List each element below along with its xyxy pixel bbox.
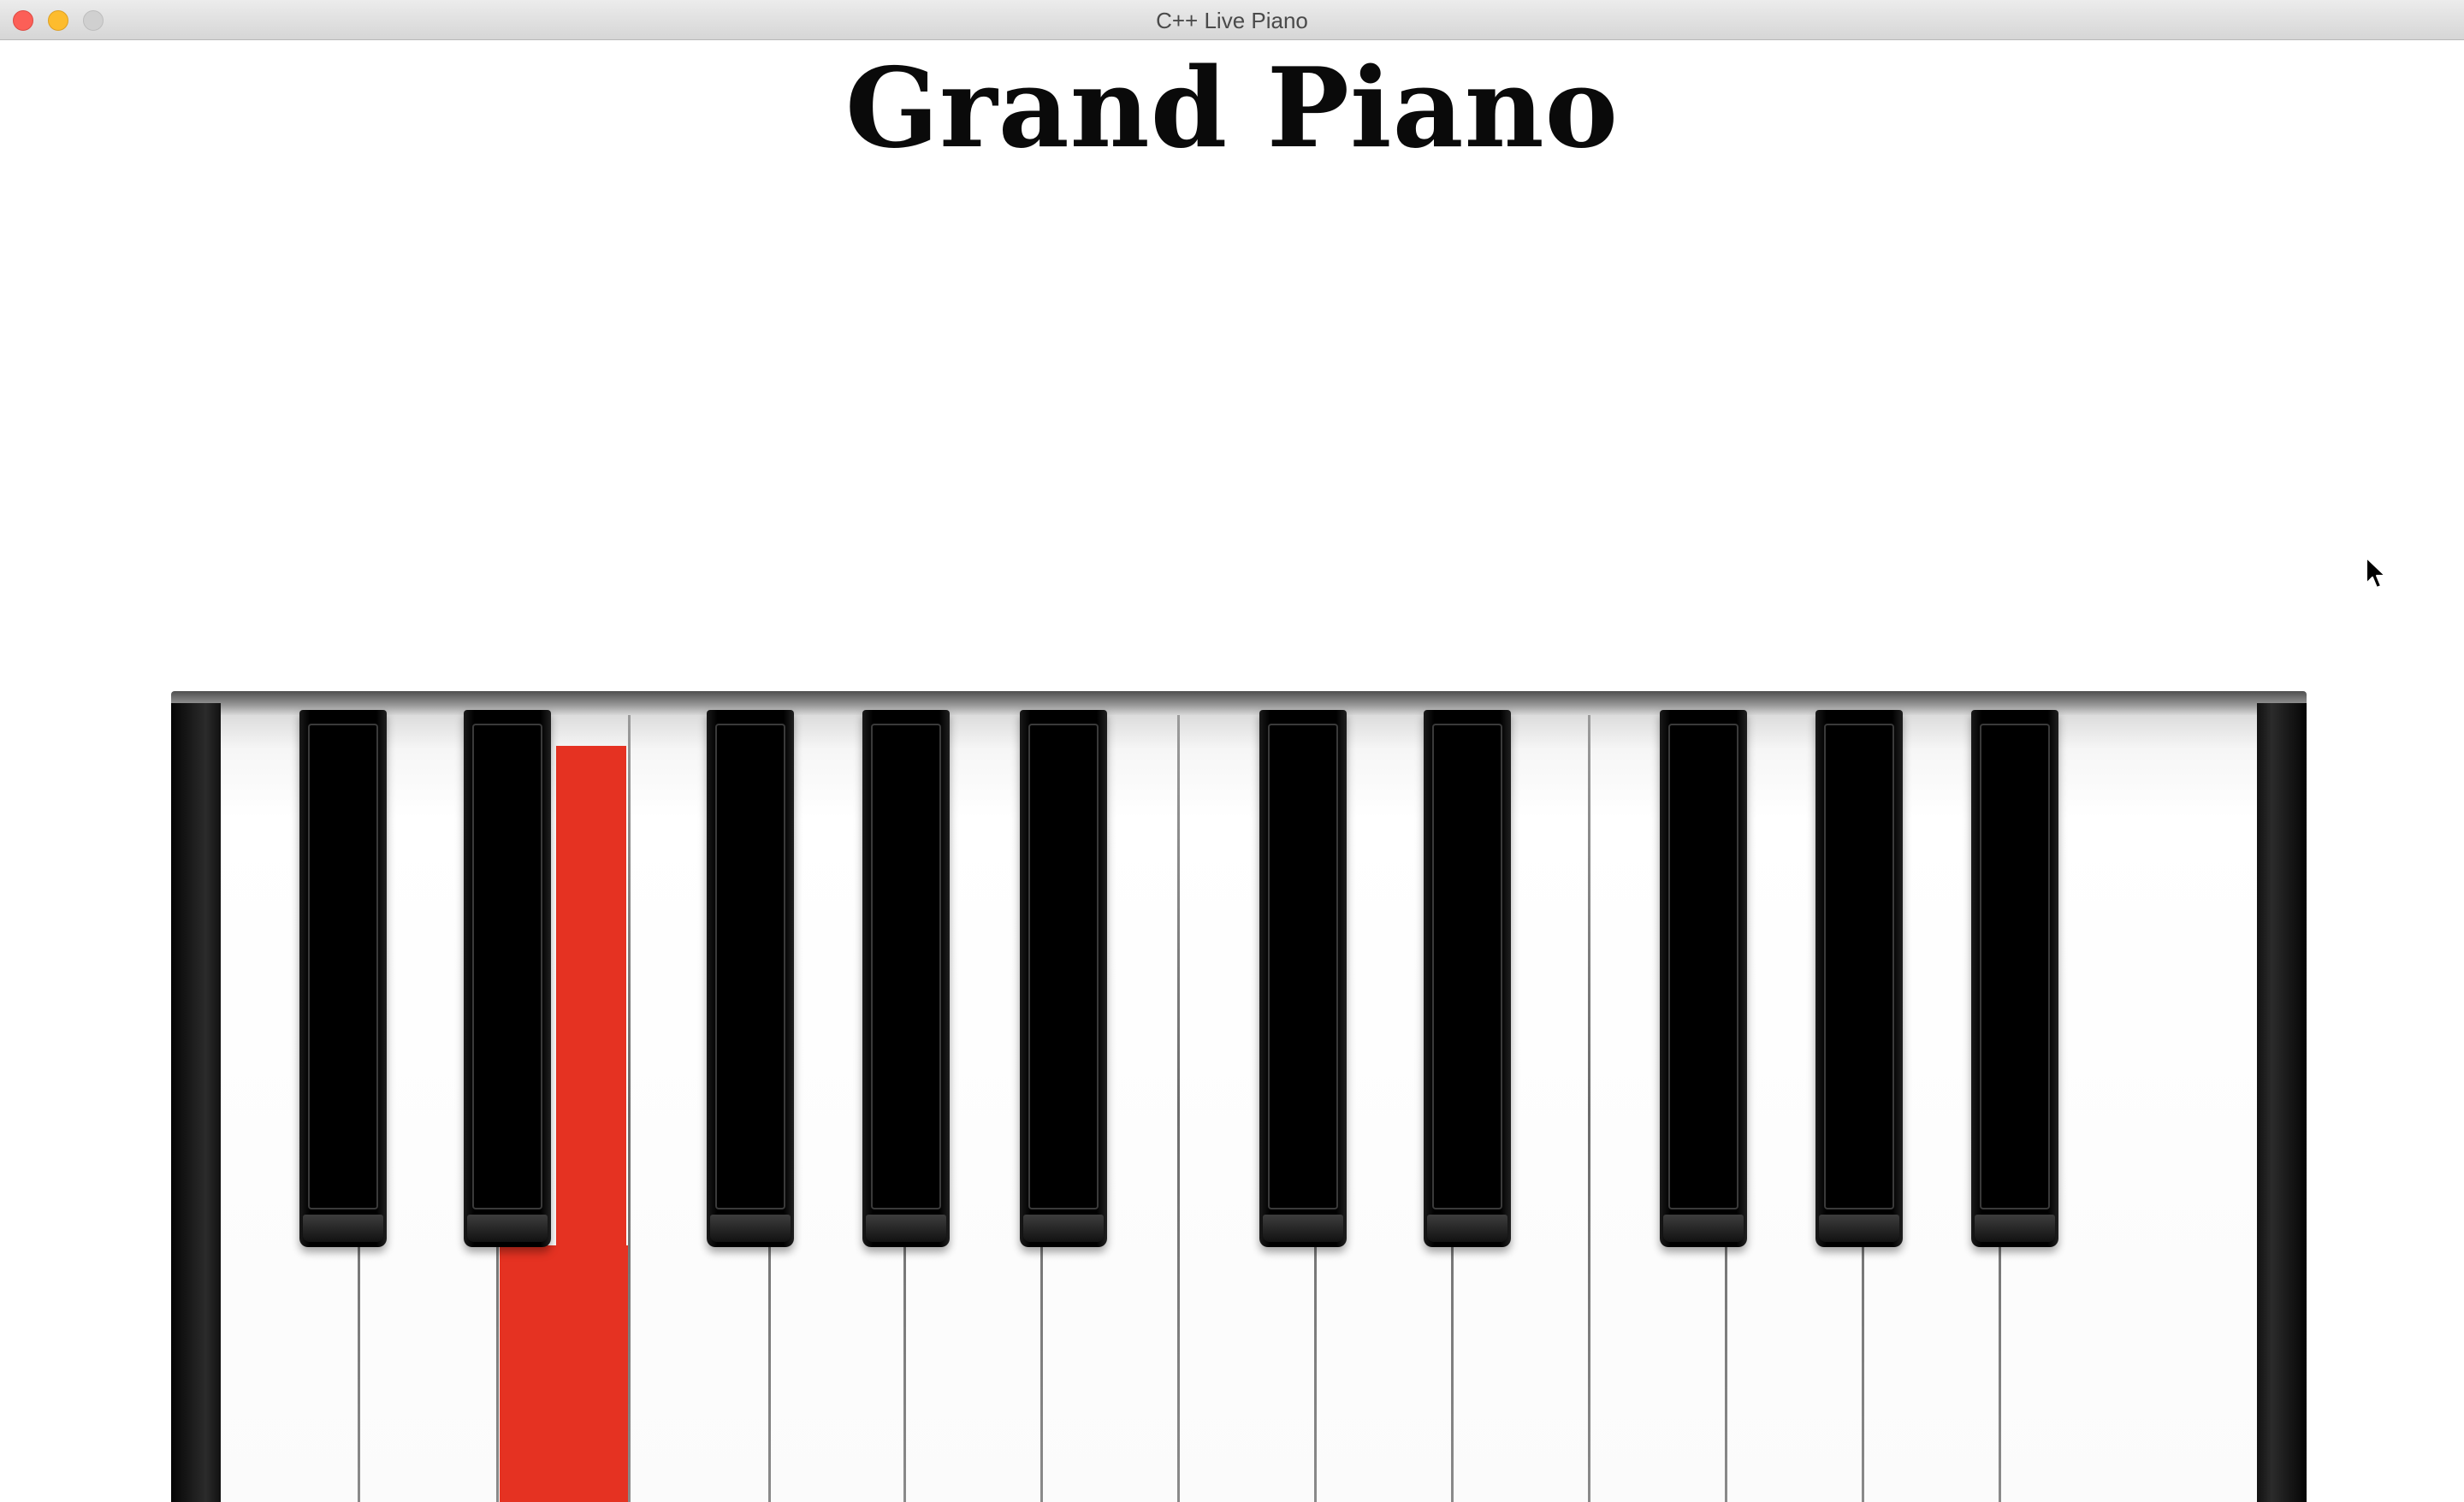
black-key-a-sharp[interactable] [1020, 710, 1107, 1247]
black-key-g-sharp[interactable] [862, 710, 950, 1247]
black-key-a-sharp-2[interactable] [1971, 710, 2058, 1247]
page-title: Grand Piano [844, 44, 1620, 173]
piano-keyboard[interactable] [171, 691, 2307, 1502]
black-key-d-sharp-2[interactable] [1424, 710, 1511, 1247]
key-divider [1588, 715, 1590, 1502]
black-key-c-sharp[interactable] [299, 710, 387, 1247]
pressed-key-bottom[interactable] [500, 1245, 628, 1502]
mouse-pointer-icon [2366, 557, 2386, 588]
black-key-f-sharp[interactable] [707, 710, 794, 1247]
black-key-d-sharp[interactable] [464, 710, 551, 1247]
key-divider [1177, 715, 1180, 1502]
title-bar[interactable]: C++ Live Piano [0, 0, 2464, 40]
piano-window: C++ Live Piano Grand Piano [0, 0, 2464, 1502]
keyboard-left-cheek [171, 703, 221, 1502]
black-key-f-sharp-2[interactable] [1660, 710, 1747, 1247]
window-title: C++ Live Piano [1156, 8, 1308, 33]
black-key-c-sharp-2[interactable] [1259, 710, 1347, 1247]
key-divider [628, 715, 631, 1502]
keyboard-right-cheek [2257, 703, 2307, 1502]
black-key-g-sharp-2[interactable] [1815, 710, 1903, 1247]
